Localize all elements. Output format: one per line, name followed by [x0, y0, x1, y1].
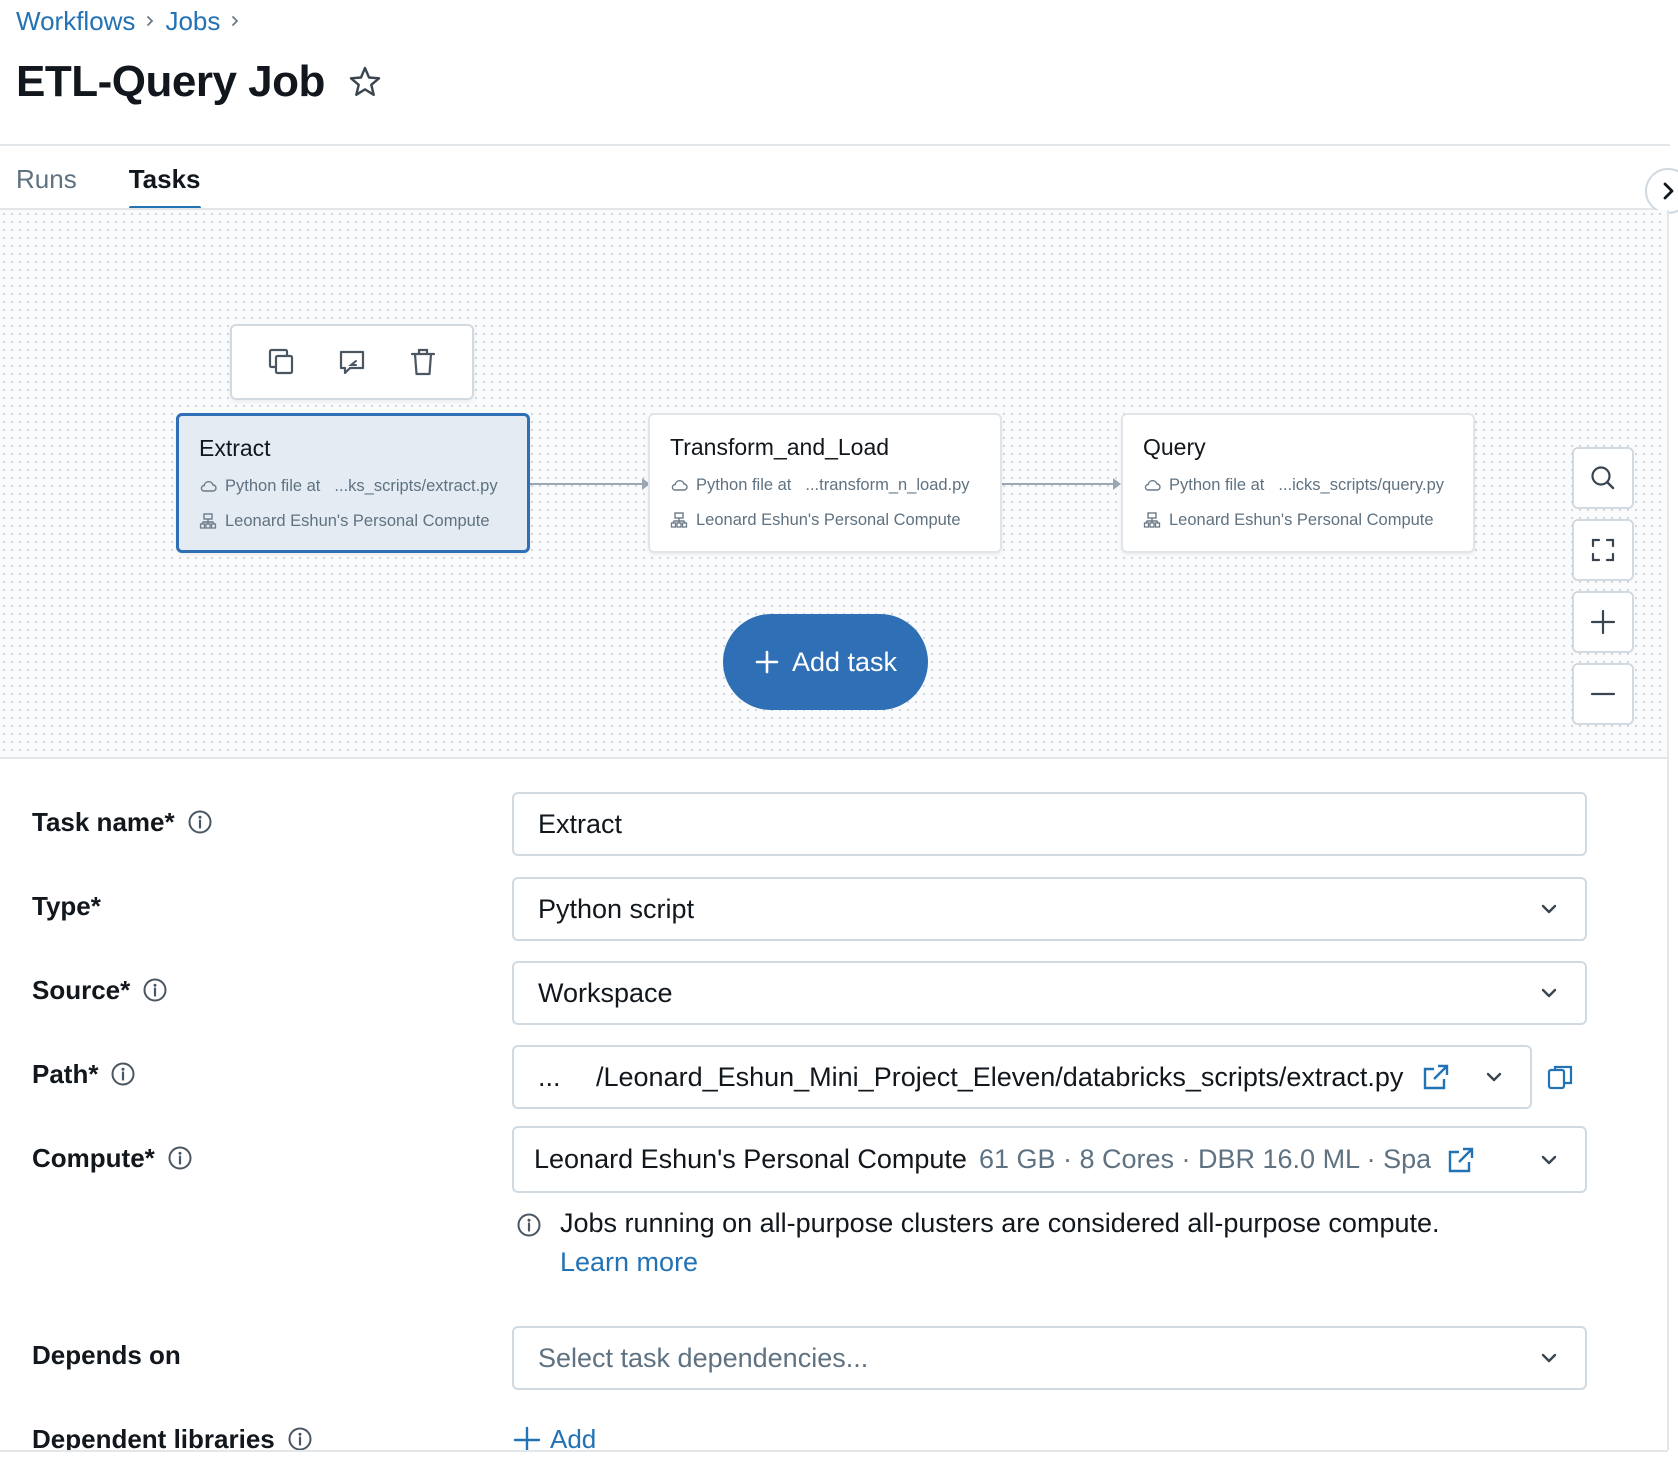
task-name-label: Task name*	[32, 802, 213, 842]
copy-path-icon[interactable]	[1544, 1062, 1576, 1094]
task-source-path: ...icks_scripts/query.py	[1278, 475, 1445, 494]
depends-on-label: Depends on	[32, 1335, 181, 1375]
source-value: Workspace	[538, 977, 673, 1008]
chevron-down-icon	[1537, 981, 1561, 1005]
zoom-in-button[interactable]	[1572, 591, 1634, 653]
cloud-icon	[199, 477, 217, 495]
task-source-path: ...ks_scripts/extract.py	[334, 476, 498, 495]
compute-select[interactable]: Leonard Eshun's Personal Compute 61 GB ·…	[512, 1126, 1587, 1193]
compute-label-text: Compute*	[32, 1142, 155, 1173]
path-value: /Leonard_Eshun_Mini_Project_Eleven/datab…	[596, 1061, 1404, 1092]
edge-extract-transform	[530, 483, 642, 485]
tab-tasks[interactable]: Tasks	[128, 158, 201, 210]
type-select[interactable]: Python script	[512, 877, 1587, 941]
bottom-area	[0, 1452, 1678, 1480]
path-label: Path*	[32, 1054, 136, 1094]
task-compute: Leonard Eshun's Personal Compute	[225, 511, 490, 530]
compute-label: Compute*	[32, 1138, 193, 1178]
cloud-icon	[670, 476, 688, 494]
compute-help: Jobs running on all-purpose clusters are…	[516, 1208, 1440, 1278]
chevron-right-icon	[1661, 181, 1677, 201]
edge-arrow	[1113, 478, 1121, 490]
node-toolbar	[230, 324, 474, 400]
zoom-out-icon	[1589, 680, 1617, 708]
tab-runs[interactable]: Runs	[16, 158, 77, 210]
zoom-in-icon	[1589, 608, 1617, 636]
task-source-label: Python file at	[1169, 475, 1265, 494]
source-select[interactable]: Workspace	[512, 961, 1587, 1025]
page-title-row: ETL-Query Job	[16, 52, 383, 112]
cluster-icon	[670, 511, 688, 529]
task-node-title: Query	[1143, 433, 1206, 460]
canvas-divider	[0, 757, 1668, 759]
chevron-right-icon	[135, 4, 165, 38]
chevron-right-icon	[220, 4, 250, 38]
trash-icon[interactable]	[403, 342, 443, 382]
learn-more-link[interactable]: Learn more	[560, 1247, 1440, 1278]
depends-on-placeholder: Select task dependencies...	[538, 1342, 869, 1373]
info-icon[interactable]	[287, 1426, 313, 1452]
external-link-icon[interactable]	[1445, 1144, 1477, 1176]
external-link-icon[interactable]	[1420, 1061, 1452, 1093]
depends-on-select[interactable]: Select task dependencies...	[512, 1326, 1587, 1390]
depends-on-label-text: Depends on	[32, 1339, 181, 1370]
task-source-path: ...transform_n_load.py	[805, 475, 970, 494]
info-icon[interactable]	[167, 1145, 193, 1171]
edge-transform-query	[1001, 483, 1113, 485]
task-name-label-text: Task name*	[32, 806, 175, 837]
copy-icon[interactable]	[261, 342, 301, 382]
compute-details: 61 GB · 8 Cores · DBR 16.0 ML · Spark ..…	[978, 1144, 1431, 1174]
task-node-extract[interactable]: Extract Python file at ...ks_scripts/ext…	[176, 413, 530, 553]
breadcrumb-workflows[interactable]: Workflows	[16, 6, 135, 37]
task-node-query[interactable]: Query Python file at ...icks_scripts/que…	[1121, 413, 1475, 553]
compute-help-text: Jobs running on all-purpose clusters are…	[560, 1208, 1440, 1238]
task-source-label: Python file at	[225, 476, 321, 495]
cluster-icon	[199, 512, 217, 530]
path-ellipsis: ...	[538, 1061, 561, 1092]
info-icon	[516, 1212, 542, 1238]
source-label: Source*	[32, 970, 168, 1010]
search-icon	[1589, 464, 1617, 492]
compute-name: Leonard Eshun's Personal Compute	[534, 1144, 967, 1174]
task-name-input[interactable]: Extract	[512, 792, 1587, 856]
type-value: Python script	[538, 893, 695, 924]
comment-icon[interactable]	[332, 342, 372, 382]
header-divider	[0, 144, 1670, 146]
type-label-text: Type*	[32, 890, 101, 921]
path-input[interactable]: ... /Leonard_Eshun_Mini_Project_Eleven/d…	[512, 1045, 1532, 1109]
breadcrumb: Workflows Jobs	[16, 4, 250, 38]
info-icon[interactable]	[110, 1061, 136, 1087]
star-icon[interactable]	[347, 64, 383, 100]
add-task-label: Add task	[791, 646, 898, 677]
add-task-button[interactable]: Add task	[723, 614, 928, 710]
chevron-down-icon	[1537, 1346, 1561, 1370]
task-compute: Leonard Eshun's Personal Compute	[696, 510, 961, 529]
chevron-down-icon	[1537, 1148, 1561, 1172]
chevron-down-icon	[1537, 897, 1561, 921]
info-icon[interactable]	[142, 977, 168, 1003]
path-label-text: Path*	[32, 1058, 99, 1089]
plus-icon	[754, 649, 780, 675]
page-title: ETL-Query Job	[16, 57, 325, 106]
source-label-text: Source*	[32, 974, 131, 1005]
task-node-transform-and-load[interactable]: Transform_and_Load Python file at ...tra…	[648, 413, 1002, 553]
task-node-title: Extract	[199, 434, 271, 461]
type-label: Type*	[32, 886, 101, 926]
task-compute: Leonard Eshun's Personal Compute	[1169, 510, 1434, 529]
breadcrumb-jobs[interactable]: Jobs	[165, 6, 220, 37]
right-border	[1667, 210, 1669, 1450]
task-node-title: Transform_and_Load	[670, 433, 890, 460]
zoom-out-button[interactable]	[1572, 663, 1634, 725]
cloud-icon	[1143, 476, 1161, 494]
task-name-value: Extract	[538, 808, 623, 839]
search-button[interactable]	[1572, 447, 1634, 509]
tab-bar: Runs Tasks	[16, 158, 253, 210]
fit-view-button[interactable]	[1572, 519, 1634, 581]
fit-view-icon	[1589, 536, 1617, 564]
cluster-icon	[1143, 511, 1161, 529]
chevron-down-icon[interactable]	[1482, 1065, 1506, 1089]
task-source-label: Python file at	[696, 475, 792, 494]
info-icon[interactable]	[187, 809, 213, 835]
